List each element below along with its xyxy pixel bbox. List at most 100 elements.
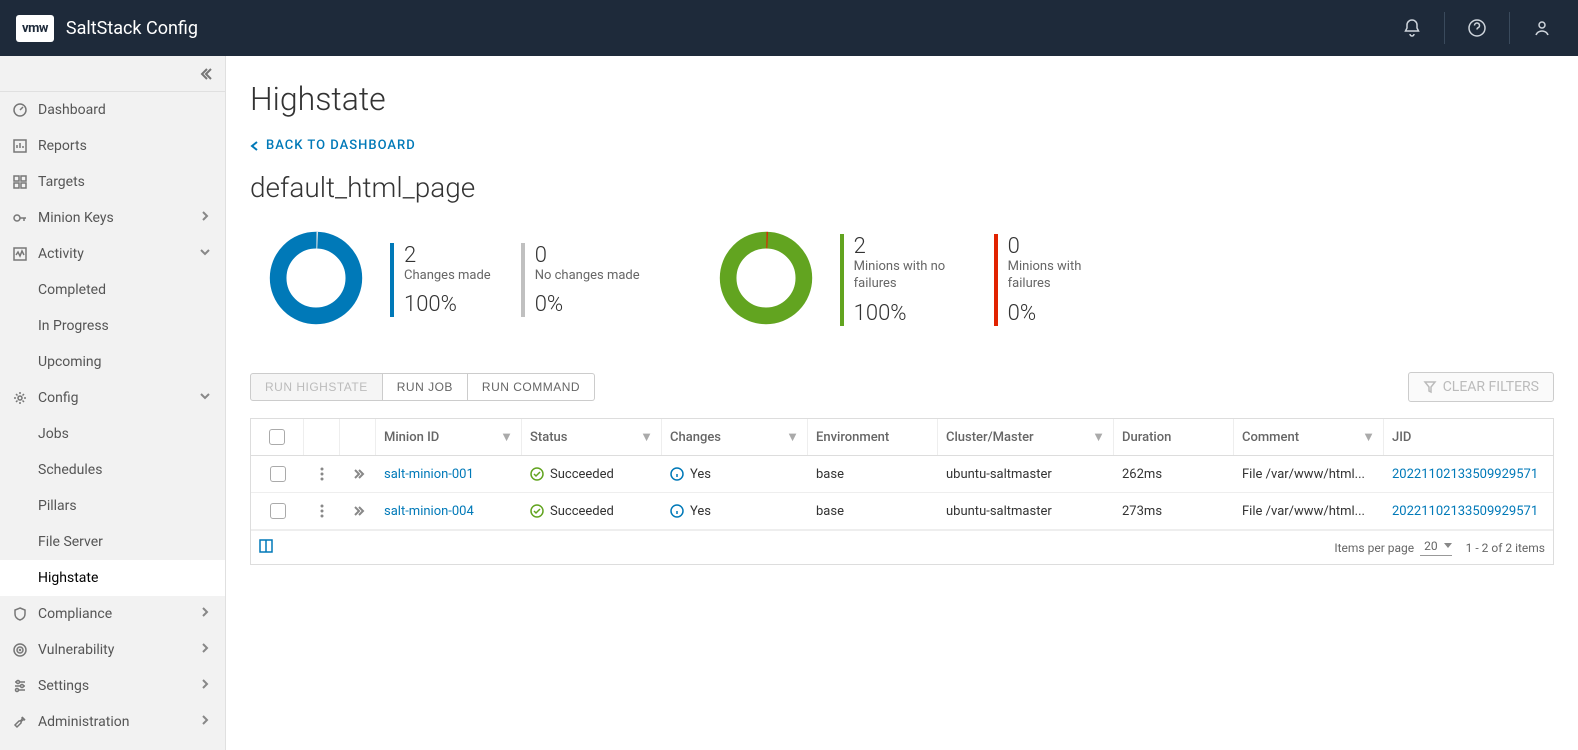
jid-link[interactable]: 20221102133509929571 <box>1392 467 1538 482</box>
sidebar-item-label: Completed <box>38 282 213 298</box>
col-header-jid[interactable]: JID <box>1392 430 1411 445</box>
pagination-range: 1 - 2 of 2 items <box>1466 541 1545 555</box>
row-checkbox[interactable] <box>270 503 286 519</box>
duration-text: 273ms <box>1113 493 1233 529</box>
sidebar-subitem-completed[interactable]: Completed <box>0 272 225 308</box>
info-icon <box>670 467 684 481</box>
sidebar-item-config[interactable]: Config <box>0 380 225 416</box>
notifications-icon[interactable] <box>1392 8 1432 48</box>
sidebar-item-settings[interactable]: Settings <box>0 668 225 704</box>
items-per-page-select[interactable]: 20 <box>1420 539 1452 556</box>
shield-icon <box>12 606 28 622</box>
subtitle: default_html_page <box>250 171 1554 204</box>
col-header-minion[interactable]: Minion ID <box>384 430 439 445</box>
sidebar-subitem-highstate[interactable]: Highstate <box>0 560 225 596</box>
gear-icon <box>12 390 28 406</box>
filter-icon[interactable]: ▼ <box>1362 429 1375 445</box>
comment-text: File /var/www/html... <box>1233 456 1383 492</box>
filter-icon[interactable]: ▼ <box>500 429 513 445</box>
sidebar-item-dashboard[interactable]: Dashboard <box>0 92 225 128</box>
col-header-comment[interactable]: Comment <box>1242 430 1299 445</box>
sidebar-item-activity[interactable]: Activity <box>0 236 225 272</box>
sidebar-item-label: Reports <box>38 138 213 154</box>
minion-link[interactable]: salt-minion-004 <box>384 504 474 519</box>
col-header-duration[interactable]: Duration <box>1122 430 1171 445</box>
duration-text: 262ms <box>1113 456 1233 492</box>
sidebar-item-label: Activity <box>38 246 199 262</box>
minion-link[interactable]: salt-minion-001 <box>384 467 474 482</box>
sidebar-subitem-pillars[interactable]: Pillars <box>0 488 225 524</box>
run-command-button[interactable]: RUN COMMAND <box>468 373 595 401</box>
sidebar-collapse-button[interactable] <box>0 56 225 92</box>
sidebar-item-label: Administration <box>38 714 199 730</box>
sidebar-subitem-schedules[interactable]: Schedules <box>0 452 225 488</box>
sidebar: Dashboard Reports Targets Minion Keys Activi… <box>0 56 226 750</box>
col-header-env[interactable]: Environment <box>816 430 889 445</box>
help-icon[interactable] <box>1457 8 1497 48</box>
comment-text: File /var/www/html... <box>1233 493 1383 529</box>
vendor-logo: vmw <box>16 15 54 42</box>
gauge-icon <box>12 102 28 118</box>
failures-donut <box>700 228 840 332</box>
clear-filters-button[interactable]: CLEAR FILTERS <box>1408 372 1554 402</box>
row-actions-icon[interactable] <box>303 493 339 529</box>
row-checkbox[interactable] <box>270 466 286 482</box>
sidebar-subitem-upcoming[interactable]: Upcoming <box>0 344 225 380</box>
sidebar-item-label: In Progress <box>38 318 213 334</box>
page-title: Highstate <box>250 80 1554 118</box>
sidebar-item-label: Minion Keys <box>38 210 199 226</box>
col-header-status[interactable]: Status <box>530 430 567 445</box>
sidebar-item-label: Config <box>38 390 199 406</box>
sidebar-item-compliance[interactable]: Compliance <box>0 596 225 632</box>
tools-icon <box>12 714 28 730</box>
table-row: salt-minion-004SucceededYesbaseubuntu-sa… <box>251 493 1553 530</box>
sidebar-item-vulnerability[interactable]: Vulnerability <box>0 632 225 668</box>
sidebar-item-label: Targets <box>38 174 213 190</box>
row-expand-icon[interactable] <box>339 493 375 529</box>
table-row: salt-minion-001SucceededYesbaseubuntu-sa… <box>251 456 1553 493</box>
sidebar-item-minion-keys[interactable]: Minion Keys <box>0 200 225 236</box>
chart-icon <box>12 138 28 154</box>
sidebar-item-label: Settings <box>38 678 199 694</box>
sidebar-item-administration[interactable]: Administration <box>0 704 225 740</box>
key-icon <box>12 210 28 226</box>
sidebar-subitem-file-server[interactable]: File Server <box>0 524 225 560</box>
top-header: vmw SaltStack Config <box>0 0 1578 56</box>
metrics-row: 2 Changes made 100% 0 No changes made 0%… <box>250 228 1554 332</box>
row-expand-icon[interactable] <box>339 456 375 492</box>
jid-link[interactable]: 20221102133509929571 <box>1392 504 1538 519</box>
filter-icon[interactable]: ▼ <box>1092 429 1105 445</box>
run-job-button[interactable]: RUN JOB <box>383 373 468 401</box>
sidebar-item-reports[interactable]: Reports <box>0 128 225 164</box>
chevron-right-icon <box>199 210 213 226</box>
metric-no-changes: 0 No changes made 0% <box>521 243 670 318</box>
select-all-checkbox[interactable] <box>269 429 285 445</box>
sidebar-subitem-jobs[interactable]: Jobs <box>0 416 225 452</box>
filter-icon[interactable]: ▼ <box>640 429 653 445</box>
sliders-icon <box>12 678 28 694</box>
cluster-text: ubuntu-saltmaster <box>937 493 1113 529</box>
info-icon <box>670 504 684 518</box>
table-header: Minion ID▼ Status▼ Changes▼ Environment … <box>251 419 1553 456</box>
column-picker-icon[interactable] <box>259 539 273 556</box>
col-header-changes[interactable]: Changes <box>670 430 721 445</box>
sidebar-item-targets[interactable]: Targets <box>0 164 225 200</box>
success-icon <box>530 467 544 481</box>
user-icon[interactable] <box>1522 8 1562 48</box>
metric-changes-made: 2 Changes made 100% <box>390 243 521 318</box>
chevron-right-icon <box>199 714 213 730</box>
filter-icon[interactable]: ▼ <box>786 429 799 445</box>
sidebar-item-label: Pillars <box>38 498 213 514</box>
col-header-cluster[interactable]: Cluster/Master <box>946 430 1034 445</box>
chevron-right-icon <box>199 678 213 694</box>
sidebar-item-label: Compliance <box>38 606 199 622</box>
row-actions-icon[interactable] <box>303 456 339 492</box>
sidebar-item-label: File Server <box>38 534 213 550</box>
run-highstate-button[interactable]: RUN HIGHSTATE <box>250 373 383 401</box>
sidebar-subitem-in-progress[interactable]: In Progress <box>0 308 225 344</box>
sidebar-item-label: Highstate <box>38 570 213 586</box>
status-text: Succeeded <box>550 467 614 482</box>
main-content: Highstate BACK TO DASHBOARD default_html… <box>226 56 1578 750</box>
chevron-right-icon <box>199 642 213 658</box>
back-link[interactable]: BACK TO DASHBOARD <box>250 138 1554 153</box>
